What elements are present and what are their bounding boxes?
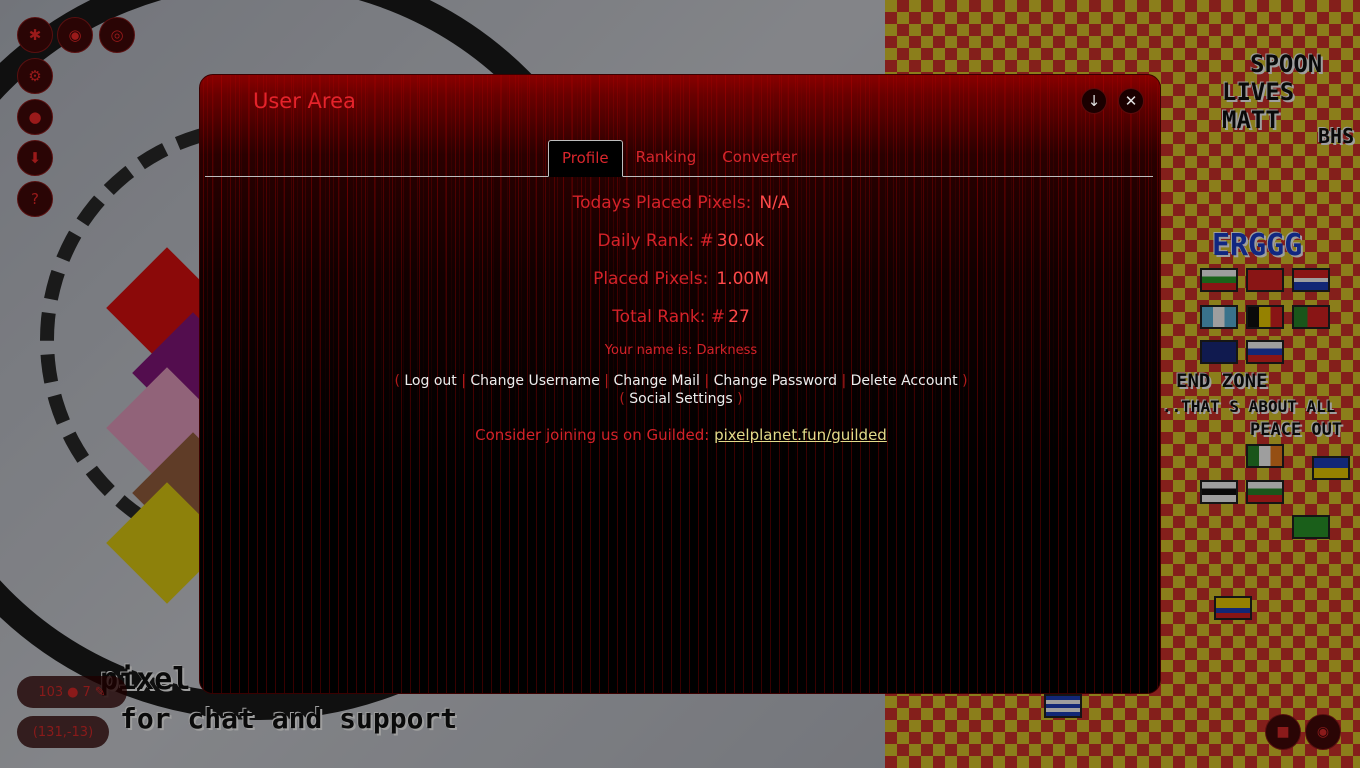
profile-panel: Todays Placed Pixels: N/A Daily Rank: #30… [200, 175, 1160, 444]
user-icon: ● [67, 684, 79, 700]
minimize-icon[interactable]: ↓ [1081, 88, 1107, 114]
stat-value: 1.00M [716, 269, 769, 289]
tab-bar: Profile Ranking Converter [205, 140, 1153, 177]
account-actions: ( Log out | Change Username | Change Mai… [200, 372, 1160, 390]
stat-value: 30.0k [716, 231, 765, 251]
paren: ( [394, 373, 400, 389]
paren: ( [619, 391, 625, 407]
change-mail-link[interactable]: Change Mail [613, 373, 700, 389]
user-area-window: User Area ↓ ✕ Profile Ranking Converter … [199, 74, 1161, 694]
stat-label: Todays Placed Pixels: [572, 193, 752, 213]
online-counter: 103 ● 7 ✎ [17, 676, 127, 708]
globe-icon[interactable]: ◉ [57, 17, 93, 53]
delete-account-link[interactable]: Delete Account [851, 373, 958, 389]
guilded-invite: Consider joining us on Guilded: pixelpla… [200, 426, 1160, 444]
pixels-count: 7 [82, 684, 91, 700]
username-line: Your name is: Darkness [604, 343, 758, 358]
paren: ) [962, 373, 968, 389]
total-rank-stat: Total Rank: #27 [200, 298, 1160, 336]
close-icon[interactable]: ✕ [1118, 88, 1144, 114]
daily-rank-stat: Daily Rank: #30.0k [200, 222, 1160, 260]
window-title: User Area [253, 89, 356, 113]
download-icon[interactable]: ⬇ [17, 140, 53, 176]
separator: | [841, 373, 847, 389]
tab-ranking[interactable]: Ranking [623, 140, 710, 176]
guilded-link[interactable]: pixelplanet.fun/guilded [714, 426, 887, 444]
gear-icon[interactable]: ⚙ [17, 58, 53, 94]
social-settings-link[interactable]: Social Settings [629, 391, 732, 407]
stat-label: Placed Pixels: [593, 269, 709, 289]
paren: ) [737, 391, 743, 407]
coordinates-text: (131,-13) [32, 724, 94, 740]
stat-label: Total Rank: # [612, 307, 726, 327]
brush-icon: ✎ [94, 684, 106, 700]
tab-profile[interactable]: Profile [547, 140, 623, 177]
online-count: 103 [38, 684, 64, 700]
stat-value: 27 [728, 307, 750, 327]
change-username-link[interactable]: Change Username [470, 373, 599, 389]
separator: | [461, 373, 466, 389]
log-out-link[interactable]: Log out [404, 373, 456, 389]
todays-placed-stat: Todays Placed Pixels: N/A [200, 184, 1160, 222]
coordinates-display[interactable]: (131,-13) [17, 716, 109, 748]
3d-globe-icon[interactable]: ◎ [99, 17, 135, 53]
chat-icon[interactable]: ■ [1265, 714, 1301, 750]
separator: | [704, 373, 710, 389]
tab-converter[interactable]: Converter [709, 140, 810, 176]
social-actions: ( Social Settings ) [200, 390, 1160, 408]
help-icon[interactable]: ? [17, 181, 53, 217]
change-password-link[interactable]: Change Password [714, 373, 837, 389]
placed-pixels-stat: Placed Pixels: 1.00M [200, 260, 1160, 298]
separator: | [604, 373, 609, 389]
settings-icon[interactable]: ✱ [17, 17, 53, 53]
user-icon[interactable]: ● [17, 99, 53, 135]
guilded-text: Consider joining us on Guilded: [475, 426, 710, 444]
stat-value: N/A [759, 193, 790, 213]
stat-label: Daily Rank: # [597, 231, 714, 251]
palette-icon[interactable]: ◉ [1305, 714, 1341, 750]
